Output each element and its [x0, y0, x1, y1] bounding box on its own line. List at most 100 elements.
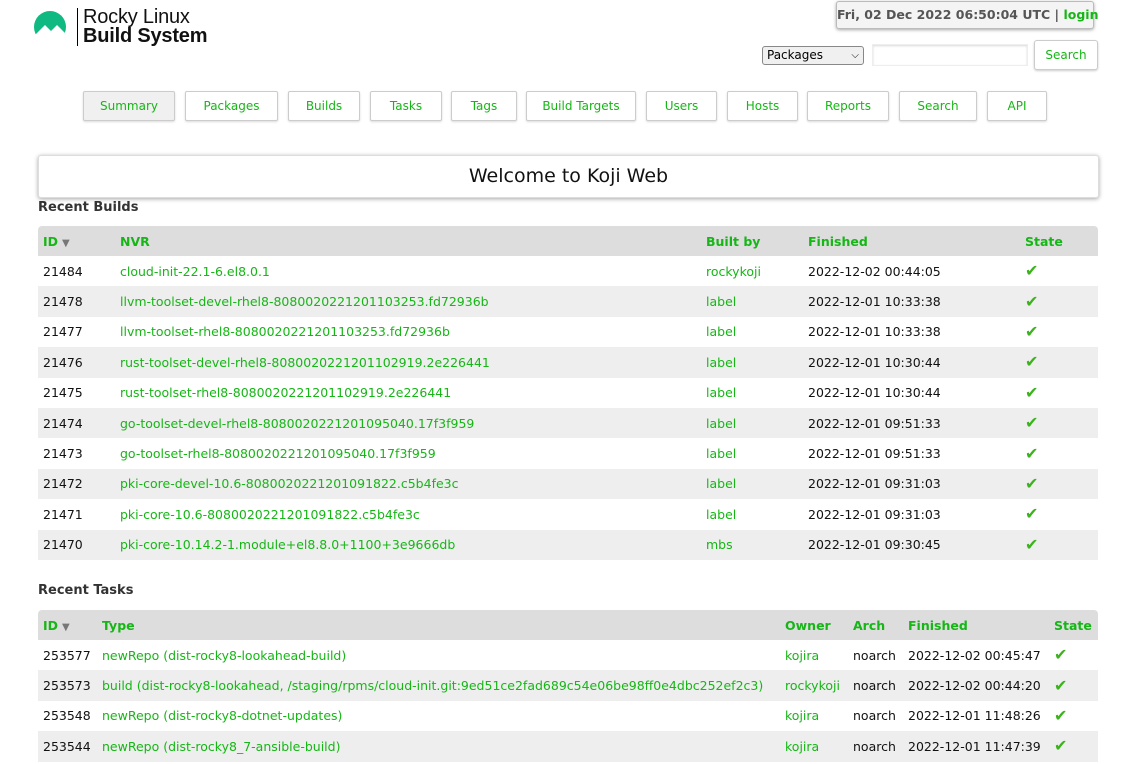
recent-builds-table: ID ▼ NVR Built by Finished State 21484 clo… [38, 226, 1098, 560]
state-cell: ✔ [1049, 670, 1098, 701]
checkmark-icon: ✔ [1054, 675, 1068, 695]
current-datetime: Fri, 02 Dec 2022 06:50:04 UTC [837, 7, 1051, 22]
tab-build-targets[interactable]: Build Targets [526, 91, 636, 121]
tab-search[interactable]: Search [899, 91, 977, 121]
user-link[interactable]: rockykoji [785, 678, 840, 693]
col-id[interactable]: ID ▼ [38, 226, 115, 256]
logo[interactable]: Rocky Linux Build System [33, 7, 208, 46]
col-id[interactable]: ID ▼ [38, 610, 97, 640]
rocky-logo-icon [34, 11, 66, 45]
tab-builds[interactable]: Builds [288, 91, 360, 121]
task-link[interactable]: build (dist-rocky8-lookahead, /staging/r… [102, 678, 763, 693]
table-row: 21470 pki-core-10.14.2-1.module+el8.8.0+1… [38, 529, 1098, 560]
state-cell: ✔ [1020, 256, 1098, 286]
checkmark-icon: ✔ [1025, 352, 1039, 372]
task-id: 253548 [43, 708, 91, 724]
finished-time: 2022-12-01 10:33:38 [808, 324, 941, 340]
col-type[interactable]: Type [97, 610, 780, 640]
table-row: 21475 rust-toolset-rhel8-8080020221201102… [38, 378, 1098, 408]
user-link[interactable]: rockykoji [706, 264, 761, 279]
user-link[interactable]: label [706, 416, 736, 431]
col-state[interactable]: State [1049, 610, 1098, 640]
checkmark-icon: ✔ [1025, 443, 1039, 463]
tab-packages[interactable]: Packages [185, 91, 278, 121]
search-button[interactable]: Search [1034, 40, 1098, 70]
build-link[interactable]: go-toolset-rhel8-8080020221201095040.17f… [120, 446, 436, 461]
build-link[interactable]: llvm-toolset-devel-rhel8-808002022120110… [120, 294, 489, 309]
build-id: 21476 [38, 347, 115, 378]
arch: noarch [848, 731, 903, 762]
task-link[interactable]: newRepo (dist-rocky8-lookahead-build) [102, 648, 346, 663]
finished-time: 2022-12-01 09:51:33 [803, 407, 1020, 439]
search-input[interactable] [872, 44, 1028, 66]
nvr-cell: pki-core-devel-10.6-8080020221201091822.… [115, 468, 701, 500]
arch: noarch [848, 670, 903, 701]
tab-tags[interactable]: Tags [451, 91, 517, 121]
tab-api[interactable]: API [987, 91, 1047, 121]
search-bar: Packages ⌵ Search [762, 40, 1098, 70]
build-link[interactable]: cloud-init-22.1-6.el8.0.1 [120, 264, 270, 279]
state-cell: ✔ [1020, 317, 1098, 347]
search-type-value: Packages [767, 47, 823, 62]
recent-tasks-table: ID ▼ Type Owner Arch Finished State 25357… [38, 610, 1098, 762]
table-row: 21472 pki-core-devel-10.6-808002022120109… [38, 468, 1098, 500]
col-arch[interactable]: Arch [848, 610, 903, 640]
nvr-cell: llvm-toolset-devel-rhel8-808002022120110… [115, 286, 701, 317]
state-cell: ✔ [1049, 701, 1098, 731]
user-link[interactable]: mbs [706, 537, 733, 552]
user-link[interactable]: label [706, 355, 736, 370]
build-link[interactable]: pki-core-10.14.2-1.module+el8.8.0+1100+3… [120, 537, 455, 552]
col-built-by[interactable]: Built by [701, 226, 803, 256]
state-cell: ✔ [1020, 468, 1098, 500]
build-link[interactable]: go-toolset-devel-rhel8-80800202212010950… [120, 416, 474, 431]
page-title: Welcome to Koji Web [38, 155, 1099, 198]
arch: noarch [853, 708, 896, 724]
tab-reports[interactable]: Reports [807, 91, 889, 121]
user-link[interactable]: label [706, 324, 736, 339]
login-link[interactable]: login [1063, 7, 1098, 22]
table-row: 253573 build (dist-rocky8-lookahead, /sta… [38, 670, 1098, 701]
nvr-cell: go-toolset-devel-rhel8-80800202212010950… [115, 407, 701, 439]
build-link[interactable]: pki-core-10.6-8080020221201091822.c5b4fe… [120, 507, 420, 522]
build-link[interactable]: rust-toolset-devel-rhel8-808002022120110… [120, 355, 490, 370]
state-cell: ✔ [1020, 438, 1098, 468]
user-link[interactable]: label [706, 385, 736, 400]
tab-tasks[interactable]: Tasks [370, 91, 442, 121]
user-link[interactable]: label [706, 507, 736, 522]
finished-time: 2022-12-02 00:44:20 [903, 670, 1049, 701]
user-link[interactable]: label [706, 294, 736, 309]
user-link[interactable]: kojira [785, 739, 819, 754]
tab-users[interactable]: Users [646, 91, 717, 121]
nvr-cell: pki-core-10.14.2-1.module+el8.8.0+1100+3… [115, 529, 701, 560]
col-finished[interactable]: Finished [903, 610, 1049, 640]
user-link[interactable]: kojira [785, 648, 819, 663]
col-owner[interactable]: Owner [780, 610, 848, 640]
type-cell: build (dist-rocky8-lookahead, /staging/r… [97, 670, 780, 701]
build-link[interactable]: rust-toolset-rhel8-8080020221201102919.2… [120, 385, 451, 400]
tab-summary[interactable]: Summary [83, 91, 175, 121]
nvr-cell: rust-toolset-devel-rhel8-808002022120110… [115, 347, 701, 378]
col-nvr[interactable]: NVR [115, 226, 701, 256]
task-link[interactable]: newRepo (dist-rocky8-dotnet-updates) [102, 708, 342, 723]
checkmark-icon: ✔ [1025, 261, 1039, 281]
chevron-down-icon: ⌵ [851, 49, 859, 61]
user-link[interactable]: kojira [785, 708, 819, 723]
finished-time: 2022-12-02 00:45:47 [908, 647, 1041, 663]
user-link[interactable]: label [706, 446, 736, 461]
search-type-select[interactable]: Packages ⌵ [762, 45, 864, 65]
build-link[interactable]: pki-core-devel-10.6-8080020221201091822.… [120, 476, 459, 491]
user-link[interactable]: label [706, 476, 736, 491]
table-header: ID ▼ NVR Built by Finished State [38, 226, 1098, 256]
recent-builds-title: Recent Builds [38, 200, 139, 215]
task-id: 253544 [38, 731, 97, 762]
col-finished[interactable]: Finished [803, 226, 1020, 256]
col-state[interactable]: State [1020, 226, 1098, 256]
checkmark-icon: ✔ [1025, 534, 1039, 554]
tab-hosts[interactable]: Hosts [727, 91, 798, 121]
build-link[interactable]: llvm-toolset-rhel8-8080020221201103253.f… [120, 324, 450, 339]
nvr-cell: rust-toolset-rhel8-8080020221201102919.2… [115, 378, 701, 408]
logo-text: Rocky Linux Build System [77, 7, 208, 46]
table-row: 21471 pki-core-10.6-8080020221201091822.c… [38, 499, 1098, 529]
task-link[interactable]: newRepo (dist-rocky8_7-ansible-build) [102, 739, 340, 754]
built-by-cell: label [701, 407, 803, 439]
